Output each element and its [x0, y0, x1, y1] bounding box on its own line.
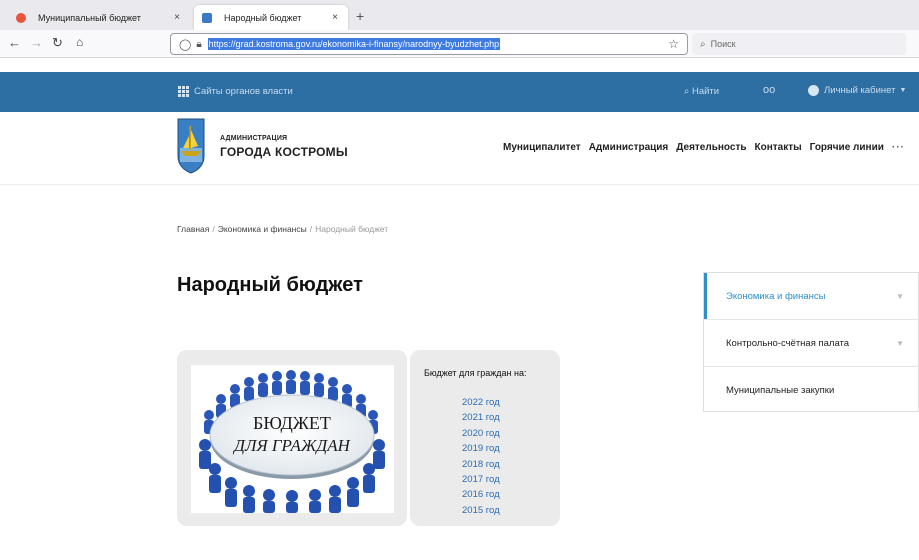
side-menu: Экономика и финансы ▼ Контрольно-счётная…	[703, 272, 919, 412]
page-title: Народный бюджет	[177, 274, 363, 296]
tab-close-icon[interactable]: ×	[332, 12, 338, 23]
year-link-2022[interactable]: 2022 год	[462, 395, 500, 410]
brand-title[interactable]: ГОРОДА КОСТРОМЫ	[220, 145, 348, 159]
header-divider	[0, 184, 919, 185]
firefox-icon	[16, 12, 26, 23]
browser-search-field[interactable]: ⌕ Поиск	[692, 33, 906, 55]
year-link-2015[interactable]: 2015 год	[462, 503, 500, 518]
budget-years-heading: Бюджет для граждан на:	[424, 368, 527, 378]
browser-nav-bar: ← → ↻ ⌂ ◯ 🔒︎ https://grad.kostroma.gov.r…	[0, 30, 919, 58]
search-icon: ⌕	[700, 38, 706, 50]
menu-item-municipality[interactable]: Муниципалитет	[503, 142, 581, 153]
year-link-2019[interactable]: 2019 год	[462, 441, 500, 456]
chevron-down-icon[interactable]: ▼	[896, 292, 904, 301]
browser-tab-people-budget[interactable]: Народный бюджет ×	[194, 5, 348, 30]
breadcrumb-economy[interactable]: Экономика и финансы	[218, 224, 307, 234]
forward-arrow-icon[interactable]: →	[30, 35, 43, 50]
find-label: Найти	[691, 86, 720, 97]
gov-sites-label: Сайты органов власти	[194, 86, 293, 97]
gov-sites-link[interactable]: Сайты органов власти	[178, 86, 293, 97]
browser-tab-bar: Муниципальный бюджет × Народный бюджет ×…	[0, 0, 919, 30]
lock-icon: 🔒︎	[196, 38, 202, 50]
personal-cabinet-link[interactable]: Личный кабинет ▼	[808, 85, 906, 96]
menu-item-administration[interactable]: Администрация	[589, 142, 669, 153]
breadcrumb: Главная / Экономика и финансы / Народный бюд…	[177, 224, 388, 234]
more-menu-icon[interactable]: ···	[892, 142, 905, 153]
search-placeholder: Поиск	[710, 39, 736, 49]
site-search-button[interactable]: ⌕ Найти	[684, 86, 719, 97]
year-link-2020[interactable]: 2020 год	[462, 426, 500, 441]
url-text[interactable]: https://grad.kostroma.gov.ru/ekonomika-i…	[207, 38, 501, 50]
menu-item-activity[interactable]: Деятельность	[676, 142, 746, 153]
side-item-label: Муниципальные закупки	[726, 384, 835, 396]
side-item-label: Экономика и финансы	[726, 290, 826, 302]
tab-title: Народный бюджет	[224, 12, 302, 23]
budget-for-citizens-image[interactable]: БЮДЖЕТ ДЛЯ ГРАЖДАН	[191, 365, 394, 513]
poster-illustration: БЮДЖЕТ ДЛЯ ГРАЖДАН	[191, 365, 394, 513]
reload-icon[interactable]: ↻	[52, 35, 63, 51]
tab-close-icon[interactable]: ×	[174, 12, 180, 23]
menu-item-contacts[interactable]: Контакты	[755, 142, 802, 153]
budget-years-list: 2022 год 2021 год 2020 год 2019 год 2018…	[462, 395, 500, 518]
year-link-2018[interactable]: 2018 год	[462, 457, 500, 472]
new-tab-icon[interactable]: +	[356, 8, 364, 24]
side-item-municipal-procurement[interactable]: Муниципальные закупки	[704, 367, 918, 413]
cabinet-label: Личный кабинет	[824, 85, 896, 96]
site-favicon-icon	[202, 12, 212, 23]
url-bar[interactable]: ◯ 🔒︎ https://grad.kostroma.gov.ru/ekonom…	[170, 33, 688, 55]
shield-icon: ◯	[179, 38, 192, 51]
poster-line-1: БЮДЖЕТ	[253, 413, 331, 433]
breadcrumb-separator: /	[309, 224, 313, 234]
side-item-label: Контрольно-счётная палата	[726, 337, 850, 349]
menu-item-hotlines[interactable]: Горячие линии	[810, 142, 884, 153]
brand-subtitle: АДМИНИСТРАЦИЯ	[220, 135, 288, 142]
year-link-2021[interactable]: 2021 год	[462, 410, 500, 425]
side-item-economy-finance[interactable]: Экономика и финансы ▼	[704, 273, 918, 319]
back-arrow-icon[interactable]: ←	[8, 35, 21, 50]
main-menu: Муниципалитет Администрация Деятельность…	[503, 142, 913, 153]
search-icon: ⌕	[684, 86, 692, 97]
breadcrumb-separator: /	[212, 224, 215, 234]
side-item-control-chamber[interactable]: Контрольно-счётная палата ▼	[704, 320, 918, 366]
home-icon[interactable]: ⌂	[76, 35, 83, 49]
breadcrumb-current: Народный бюджет	[315, 224, 389, 234]
breadcrumb-home[interactable]: Главная	[177, 224, 209, 234]
year-link-2016[interactable]: 2016 год	[462, 487, 500, 502]
browser-tab-municipal-budget[interactable]: Муниципальный бюджет ×	[4, 5, 190, 30]
bookmark-star-icon[interactable]: ☆	[668, 37, 679, 51]
accessibility-glasses-icon[interactable]: oo	[763, 84, 775, 96]
poster-line-2: ДЛЯ ГРАЖДАН	[232, 436, 351, 455]
chevron-down-icon[interactable]: ▼	[896, 339, 904, 348]
grid-icon	[178, 86, 189, 97]
chevron-down-icon: ▼	[899, 87, 907, 94]
year-link-2017[interactable]: 2017 год	[462, 472, 500, 487]
site-top-bar: Сайты органов власти ⌕ Найти oo Личный к…	[0, 72, 919, 112]
coat-of-arms-logo[interactable]	[177, 118, 205, 174]
user-icon	[808, 85, 819, 96]
tab-title: Муниципальный бюджет	[38, 12, 141, 23]
